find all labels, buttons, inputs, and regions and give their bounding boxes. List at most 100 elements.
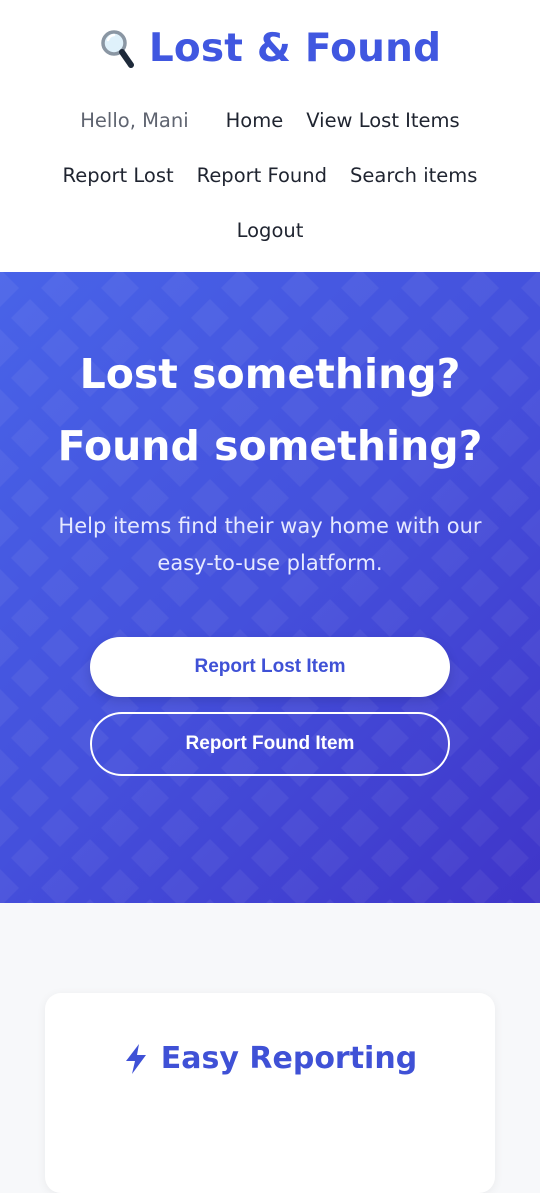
nav-home[interactable]: Home: [226, 109, 284, 132]
feature-card-header: Easy Reporting: [45, 1041, 495, 1076]
pattern-diamond: [461, 869, 499, 903]
pattern-diamond: [191, 839, 229, 877]
nav-row: Report Lost Report Found Search items: [0, 164, 540, 187]
pattern-diamond: [401, 272, 439, 307]
nav-view-lost-items[interactable]: View Lost Items: [306, 109, 459, 132]
pattern-diamond: [0, 272, 19, 307]
nav-row: Hello, Mani Home View Lost Items: [0, 109, 540, 132]
pattern-diamond: [461, 272, 499, 307]
pattern-diamond: [281, 809, 319, 847]
pattern-diamond: [251, 779, 289, 817]
pattern-diamond: [161, 869, 199, 903]
hero-title-line: Lost something?: [79, 350, 461, 398]
pattern-diamond: [491, 719, 529, 757]
pattern-diamond: [371, 599, 409, 637]
report-found-item-button[interactable]: Report Found Item: [90, 712, 450, 776]
pattern-diamond: [41, 629, 79, 667]
report-lost-item-button[interactable]: Report Lost Item: [90, 637, 450, 697]
pattern-diamond: [341, 272, 379, 307]
pattern-diamond: [0, 629, 19, 667]
pattern-diamond: [221, 809, 259, 847]
brand[interactable]: Lost & Found: [0, 26, 540, 71]
nav-report-lost[interactable]: Report Lost: [63, 164, 174, 187]
pattern-diamond: [71, 599, 109, 637]
user-greeting: Hello, Mani: [80, 109, 189, 132]
pattern-diamond: [521, 749, 540, 787]
pattern-diamond: [521, 869, 540, 903]
pattern-diamond: [311, 839, 349, 877]
hero-section: Lost something? Found something? Help it…: [0, 272, 540, 903]
pattern-diamond: [491, 599, 529, 637]
site-header: Lost & Found Hello, Mani Home View Lost …: [0, 0, 540, 272]
nav-logout[interactable]: Logout: [237, 219, 304, 242]
pattern-diamond: [491, 659, 529, 697]
pattern-diamond: [371, 779, 409, 817]
pattern-diamond: [131, 779, 169, 817]
nav-search-items[interactable]: Search items: [350, 164, 477, 187]
pattern-diamond: [11, 299, 49, 337]
nav-row: Logout: [0, 219, 540, 242]
pattern-diamond: [521, 689, 540, 727]
pattern-diamond: [491, 299, 529, 337]
pattern-diamond: [161, 809, 199, 847]
pattern-diamond: [521, 809, 540, 847]
pattern-diamond: [221, 272, 259, 307]
pattern-diamond: [71, 779, 109, 817]
pattern-diamond: [11, 719, 49, 757]
hero-subtitle-line: Help items find their way home with our: [58, 514, 482, 538]
pattern-diamond: [101, 869, 139, 903]
pattern-diamond: [11, 599, 49, 637]
pattern-diamond: [431, 299, 469, 337]
pattern-diamond: [281, 272, 319, 307]
pattern-diamond: [401, 869, 439, 903]
pattern-diamond: [131, 839, 169, 877]
pattern-diamond: [431, 599, 469, 637]
pattern-diamond: [311, 779, 349, 817]
pattern-diamond: [401, 809, 439, 847]
hero-title-line: Found something?: [57, 422, 483, 470]
pattern-diamond: [251, 299, 289, 337]
pattern-diamond: [41, 809, 79, 847]
pattern-diamond: [371, 839, 409, 877]
pattern-diamond: [461, 749, 499, 787]
pattern-diamond: [41, 689, 79, 727]
hero-subtitle: Help items find their way home with our …: [40, 508, 500, 582]
features-section: Easy Reporting: [0, 903, 540, 1193]
nav-report-found[interactable]: Report Found: [197, 164, 327, 187]
pattern-diamond: [371, 299, 409, 337]
pattern-diamond: [41, 869, 79, 903]
pattern-diamond: [11, 779, 49, 817]
pattern-diamond: [221, 869, 259, 903]
pattern-diamond: [251, 839, 289, 877]
magnifying-glass-icon: [101, 29, 134, 68]
pattern-diamond: [71, 299, 109, 337]
pattern-diamond: [131, 599, 169, 637]
feature-card: Easy Reporting: [45, 993, 495, 1193]
pattern-diamond: [191, 599, 229, 637]
pattern-diamond: [251, 599, 289, 637]
pattern-diamond: [0, 509, 19, 547]
pattern-diamond: [131, 299, 169, 337]
pattern-diamond: [41, 272, 79, 307]
pattern-diamond: [41, 749, 79, 787]
lightning-bolt-icon: [125, 1043, 146, 1074]
pattern-diamond: [281, 869, 319, 903]
pattern-diamond: [431, 839, 469, 877]
pattern-diamond: [0, 869, 19, 903]
pattern-diamond: [0, 809, 19, 847]
pattern-diamond: [101, 809, 139, 847]
pattern-diamond: [0, 749, 19, 787]
pattern-diamond: [191, 779, 229, 817]
pattern-diamond: [521, 569, 540, 607]
pattern-diamond: [341, 809, 379, 847]
pattern-diamond: [191, 299, 229, 337]
site-title: Lost & Found: [148, 26, 442, 71]
feature-card-title: Easy Reporting: [160, 1041, 418, 1076]
pattern-diamond: [11, 659, 49, 697]
pattern-diamond: [461, 809, 499, 847]
pattern-diamond: [491, 839, 529, 877]
pattern-diamond: [521, 509, 540, 547]
pattern-diamond: [0, 689, 19, 727]
hero-subtitle-line: easy-to-use platform.: [157, 551, 383, 575]
pattern-diamond: [311, 299, 349, 337]
